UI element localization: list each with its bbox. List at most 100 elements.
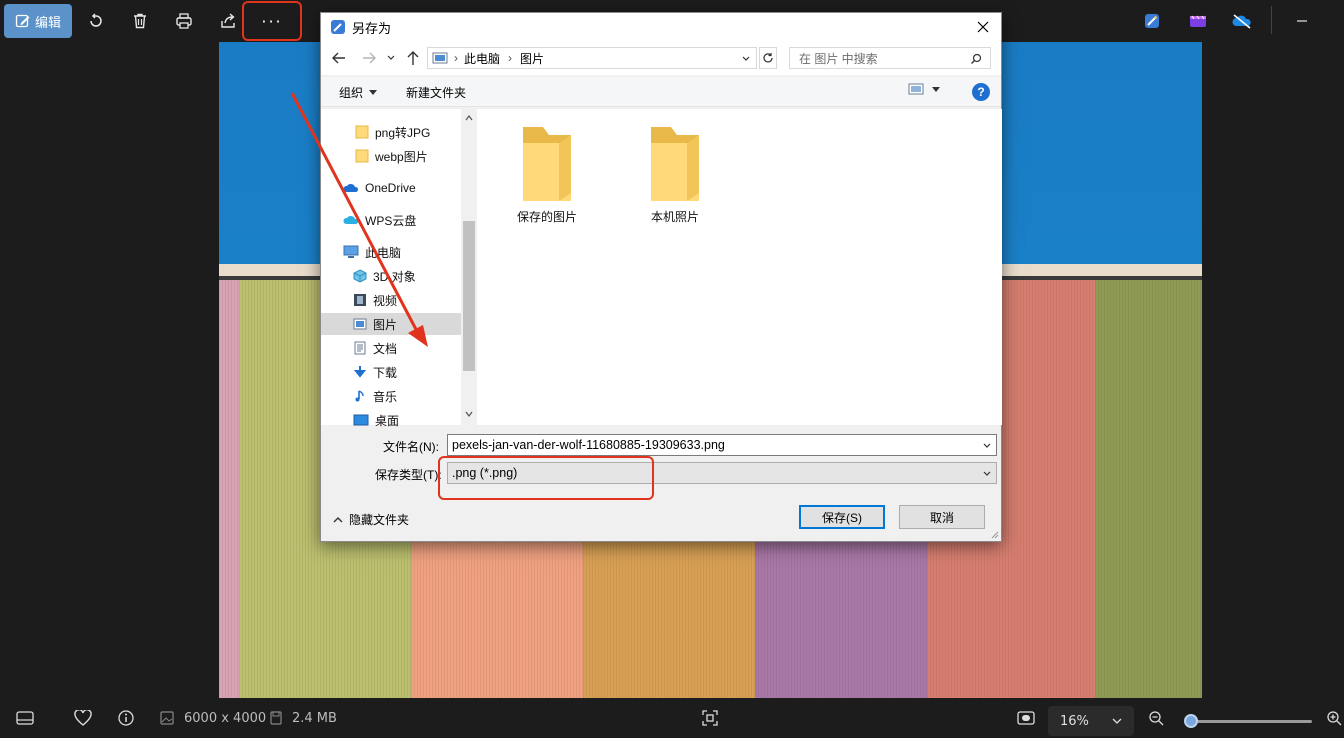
search-placeholder: 在 图片 中搜索 xyxy=(799,51,878,66)
info-button[interactable] xyxy=(118,698,134,738)
chevron-down-icon xyxy=(1112,718,1122,724)
actual-size-icon xyxy=(1017,711,1035,725)
cloud-off-button[interactable] xyxy=(1224,4,1260,38)
heart-icon xyxy=(74,710,92,726)
filename-input[interactable]: pexels-jan-van-der-wolf-11680885-1930963… xyxy=(447,434,997,456)
fit-screen-button[interactable] xyxy=(702,698,718,738)
nav-item-label: 桌面 xyxy=(375,413,400,428)
folder-item-camera-roll[interactable]: 本机照片 xyxy=(625,123,725,225)
print-button[interactable] xyxy=(166,4,202,38)
image-icon xyxy=(160,711,174,725)
pictures-location-icon xyxy=(432,52,448,64)
annotation-highlight-filetype xyxy=(438,456,654,500)
dialog-close-button[interactable] xyxy=(971,15,995,39)
zoom-slider-track[interactable] xyxy=(1186,720,1312,723)
search-input[interactable]: 在 图片 中搜索 xyxy=(789,47,991,69)
folder-item-saved-pictures[interactable]: 保存的图片 xyxy=(497,123,597,225)
delete-icon xyxy=(134,13,146,29)
address-bar[interactable]: › 此电脑 › 图片 xyxy=(427,47,757,69)
scroll-down-icon[interactable] xyxy=(465,411,473,417)
resize-grip-icon[interactable] xyxy=(989,529,999,539)
toolbar-divider xyxy=(1271,6,1272,34)
more-icon: ··· xyxy=(261,11,283,31)
edit-label: 编辑 xyxy=(34,15,61,31)
folder-icon xyxy=(651,127,699,201)
video-editor-icon xyxy=(1190,15,1206,27)
bottom-status-bar: 6000 x 4000 2.4 MB xyxy=(0,698,1344,738)
chevron-down-icon[interactable] xyxy=(742,56,750,62)
edit-button[interactable]: 编辑 xyxy=(4,4,72,38)
help-icon: ? xyxy=(977,85,985,99)
dialog-footer: 文件名(N): pexels-jan-van-der-wolf-11680885… xyxy=(321,427,1001,541)
zoom-out-button[interactable] xyxy=(1148,698,1164,738)
hide-folders-label: 隐藏文件夹 xyxy=(349,513,410,527)
zoom-in-button[interactable] xyxy=(1326,698,1342,738)
save-disk-icon xyxy=(270,711,282,725)
dialog-titlebar: 另存为 xyxy=(321,13,1001,41)
save-button[interactable]: 保存(S) xyxy=(799,505,885,529)
close-icon xyxy=(977,21,989,33)
download-icon xyxy=(353,366,367,378)
edit-icon xyxy=(15,14,30,28)
filmstrip-icon xyxy=(16,711,34,725)
dialog-title: 另存为 xyxy=(352,20,392,36)
filetype-label: 保存类型(T): xyxy=(375,468,442,482)
dimensions-value: 6000 x 4000 xyxy=(184,710,267,726)
annotation-arrow xyxy=(290,92,428,347)
more-button[interactable]: ··· xyxy=(242,1,302,41)
rotate-button[interactable] xyxy=(78,4,114,38)
nav-item-downloads[interactable]: 下载 xyxy=(321,361,461,383)
actual-size-button[interactable] xyxy=(1017,698,1035,738)
scroll-up-icon[interactable] xyxy=(465,115,473,121)
refresh-button[interactable] xyxy=(759,47,777,69)
nav-scrollbar-thumb[interactable] xyxy=(463,221,475,371)
chevron-down-icon xyxy=(932,86,940,92)
breadcrumb-pictures[interactable]: 图片 xyxy=(520,50,544,67)
share-icon xyxy=(221,13,235,28)
chevron-down-icon[interactable] xyxy=(983,471,991,477)
help-button[interactable]: ? xyxy=(972,83,990,101)
desktop-icon xyxy=(353,414,369,426)
hide-folders-toggle[interactable]: 隐藏文件夹 xyxy=(333,511,409,528)
plank-pink xyxy=(219,280,239,698)
nav-item-label: 音乐 xyxy=(373,389,398,404)
filename-label: 文件名(N): xyxy=(383,440,439,454)
delete-button[interactable] xyxy=(122,4,158,38)
breadcrumb-this-pc[interactable]: 此电脑 xyxy=(464,50,500,67)
share-button[interactable] xyxy=(210,4,246,38)
filename-value: pexels-jan-van-der-wolf-11680885-1930963… xyxy=(452,438,725,452)
forward-icon[interactable] xyxy=(361,51,377,65)
zoom-in-icon xyxy=(1327,711,1342,726)
up-icon[interactable] xyxy=(406,50,420,66)
info-icon xyxy=(118,710,134,726)
back-icon[interactable] xyxy=(331,51,347,65)
folder-label: 本机照片 xyxy=(650,210,699,224)
folder-icon xyxy=(523,127,571,201)
zoom-slider-thumb[interactable] xyxy=(1184,714,1198,728)
image-dimensions: 6000 x 4000 xyxy=(160,698,266,738)
minimize-button[interactable] xyxy=(1284,4,1320,38)
chevron-down-icon[interactable] xyxy=(983,443,991,449)
recent-chevron-icon[interactable] xyxy=(387,55,395,61)
print-icon xyxy=(176,13,192,29)
minimize-icon xyxy=(1297,20,1307,22)
folder-content: 保存的图片 本机照片 xyxy=(477,109,1002,425)
app-icon xyxy=(331,20,345,34)
ai-edit-button[interactable] xyxy=(1134,4,1170,38)
zoom-value: 16% xyxy=(1060,713,1089,729)
cancel-button[interactable]: 取消 xyxy=(899,505,985,529)
view-icon xyxy=(908,83,924,95)
nav-item-music[interactable]: 音乐 xyxy=(321,385,461,407)
zoom-out-icon xyxy=(1149,711,1164,726)
nav-item-label: 下载 xyxy=(373,365,398,380)
folder-label: 保存的图片 xyxy=(516,210,577,224)
cancel-label: 取消 xyxy=(929,510,954,525)
file-size: 2.4 MB xyxy=(270,698,337,738)
zoom-select[interactable]: 16% xyxy=(1048,706,1134,736)
filmstrip-button[interactable] xyxy=(16,698,34,738)
favorite-button[interactable] xyxy=(74,698,92,738)
cloud-off-icon xyxy=(1232,14,1251,29)
video-editor-button[interactable] xyxy=(1180,4,1216,38)
view-options-button[interactable] xyxy=(908,83,940,95)
rotate-icon xyxy=(90,13,102,27)
